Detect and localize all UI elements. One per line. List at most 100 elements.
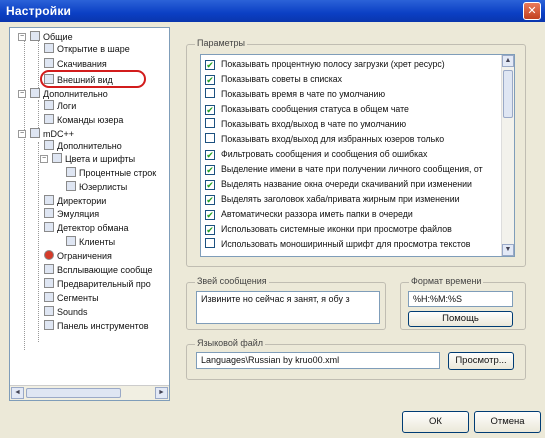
away-message-field[interactable]: Извините но сейчас я занят, я обу з bbox=[196, 291, 380, 324]
parameters-legend: Параметры bbox=[195, 38, 247, 48]
tree-item-popups[interactable]: Всплывающие сообще bbox=[44, 264, 153, 276]
option-row[interactable]: ✔ Показывать процентную полосу загрузки (… bbox=[205, 58, 445, 70]
time-format-field[interactable]: %H:%M:%S bbox=[408, 291, 513, 307]
progress-icon bbox=[66, 167, 76, 177]
palette-icon bbox=[52, 153, 62, 163]
tree-item-user-commands[interactable]: Команды юзера bbox=[44, 114, 123, 126]
command-icon bbox=[44, 114, 54, 124]
emulation-icon bbox=[44, 208, 54, 218]
option-row[interactable]: ✔ Показывать советы в списках bbox=[205, 73, 342, 85]
log-icon bbox=[44, 100, 54, 110]
tree-item-limits[interactable]: Ограничения bbox=[44, 250, 112, 262]
option-row[interactable]: Использовать моноширинный шрифт для прос… bbox=[205, 238, 470, 250]
checkbox[interactable]: ✔ bbox=[205, 150, 215, 160]
close-button[interactable]: ✕ bbox=[523, 2, 541, 20]
language-file-legend: Языковой файл bbox=[195, 338, 266, 348]
tree-item-segments[interactable]: Сегменты bbox=[44, 292, 99, 304]
option-row[interactable]: Показывать вход/выход для избранных юзер… bbox=[205, 133, 444, 145]
tree-item-fake-detector[interactable]: Детектор обмана bbox=[44, 222, 129, 234]
settings-icon bbox=[30, 88, 40, 98]
sound-icon bbox=[44, 306, 54, 316]
settings-icon bbox=[44, 140, 54, 150]
checkbox[interactable] bbox=[205, 133, 215, 143]
checkbox[interactable]: ✔ bbox=[205, 225, 215, 235]
tree-item-clients[interactable]: Клиенты bbox=[66, 236, 115, 248]
client-icon bbox=[66, 236, 76, 246]
scroll-left-arrow-icon[interactable]: ◄ bbox=[11, 387, 24, 399]
download-icon bbox=[44, 58, 54, 68]
popup-icon bbox=[44, 264, 54, 274]
stop-icon bbox=[44, 250, 54, 260]
tree-line bbox=[38, 142, 39, 342]
tree-item-colors-fonts[interactable]: − Цвета и шрифты bbox=[40, 153, 135, 165]
option-row[interactable]: ✔ Выделять название окна очереди скачиван… bbox=[205, 178, 472, 190]
option-row[interactable]: ✔ Показывать сообщения статуса в общем ча… bbox=[205, 103, 409, 115]
expand-toggle[interactable]: − bbox=[18, 90, 26, 98]
checkbox[interactable]: ✔ bbox=[205, 105, 215, 115]
settings-tree[interactable]: − Общие Открытие в шаре Скачивания Внешн… bbox=[9, 27, 170, 401]
tree-item-logs[interactable]: Логи bbox=[44, 100, 76, 112]
tree-item-preview[interactable]: Предварительный про bbox=[44, 278, 151, 290]
scroll-up-arrow-icon[interactable]: ▲ bbox=[502, 55, 514, 67]
checkbox[interactable]: ✔ bbox=[205, 165, 215, 175]
folder-icon bbox=[44, 43, 54, 53]
option-row[interactable]: ✔ Использовать системные иконки при просм… bbox=[205, 223, 452, 235]
tree-horizontal-scrollbar[interactable]: ◄ ► bbox=[10, 385, 169, 400]
toolbar-icon bbox=[44, 320, 54, 330]
checkbox[interactable] bbox=[205, 238, 215, 248]
scroll-right-arrow-icon[interactable]: ► bbox=[155, 387, 168, 399]
cancel-button[interactable]: Отмена bbox=[474, 411, 541, 433]
selection-highlight bbox=[40, 70, 146, 88]
tree-line bbox=[38, 40, 39, 88]
options-vertical-scrollbar[interactable]: ▲ ▼ bbox=[501, 55, 514, 256]
tree-item-sharing[interactable]: Открытие в шаре bbox=[44, 43, 130, 55]
option-row[interactable]: Показывать вход/выход в чате по умолчани… bbox=[205, 118, 406, 130]
tree-item-downloads[interactable]: Скачивания bbox=[44, 58, 107, 70]
scroll-thumb[interactable] bbox=[26, 388, 121, 398]
tree-item-progress-bars[interactable]: Процентные строк bbox=[66, 167, 156, 179]
expand-toggle[interactable]: − bbox=[18, 130, 26, 138]
ok-button[interactable]: ОК bbox=[402, 411, 469, 433]
expand-toggle[interactable]: − bbox=[18, 33, 26, 41]
expand-toggle[interactable]: − bbox=[40, 155, 48, 163]
option-row[interactable]: ✔ Фильтровать сообщения и сообщения об ош… bbox=[205, 148, 427, 160]
tree-item-advanced[interactable]: − Дополнительно bbox=[18, 88, 108, 100]
tree-item-general[interactable]: − Общие bbox=[18, 31, 73, 43]
tree-item-sounds[interactable]: Sounds bbox=[44, 306, 88, 318]
tree-item-userlists[interactable]: Юзерлисты bbox=[66, 181, 127, 193]
option-row[interactable]: ✔ Выделять заголовок хаба/привата жирным … bbox=[205, 193, 460, 205]
checkbox[interactable] bbox=[205, 118, 215, 128]
time-help-button[interactable]: Помощь bbox=[408, 311, 513, 327]
preview-icon bbox=[44, 278, 54, 288]
tree-item-emulation[interactable]: Эмуляция bbox=[44, 208, 99, 220]
title-bar: Настройки ✕ bbox=[0, 0, 545, 22]
checkbox[interactable]: ✔ bbox=[205, 210, 215, 220]
tree-item-directories[interactable]: Директории bbox=[44, 195, 106, 207]
scroll-thumb[interactable] bbox=[503, 70, 513, 118]
checkbox[interactable]: ✔ bbox=[205, 75, 215, 85]
checkbox[interactable]: ✔ bbox=[205, 180, 215, 190]
window-title: Настройки bbox=[6, 4, 72, 18]
detector-icon bbox=[44, 222, 54, 232]
option-row[interactable]: ✔ Выделение имени в чате при получении ли… bbox=[205, 163, 483, 175]
list-icon bbox=[66, 181, 76, 191]
folder-icon bbox=[44, 195, 54, 205]
checkbox[interactable]: ✔ bbox=[205, 195, 215, 205]
tree-line bbox=[24, 40, 25, 350]
time-format-legend: Формат времени bbox=[409, 276, 484, 286]
app-icon bbox=[30, 128, 40, 138]
option-row[interactable]: ✔ Автоматически раззора иметь папки в оче… bbox=[205, 208, 413, 220]
tree-item-mdc[interactable]: − mDC++ bbox=[18, 128, 74, 140]
checkbox[interactable]: ✔ bbox=[205, 60, 215, 70]
browse-button[interactable]: Просмотр... bbox=[448, 352, 514, 370]
away-message-legend: Звей сообщения bbox=[195, 276, 269, 286]
gear-icon bbox=[30, 31, 40, 41]
checkbox[interactable] bbox=[205, 88, 215, 98]
tree-item-mdc-advanced[interactable]: Дополнительно bbox=[44, 140, 122, 152]
tree-item-toolbar[interactable]: Панель инструментов bbox=[44, 320, 149, 332]
scroll-down-arrow-icon[interactable]: ▼ bbox=[502, 244, 514, 256]
language-file-field[interactable]: Languages\Russian by kruo00.xml bbox=[196, 352, 440, 369]
options-list[interactable]: ✔ Показывать процентную полосу загрузки (… bbox=[200, 54, 515, 257]
option-row[interactable]: Показывать время в чате по умолчанию bbox=[205, 88, 385, 100]
segments-icon bbox=[44, 292, 54, 302]
